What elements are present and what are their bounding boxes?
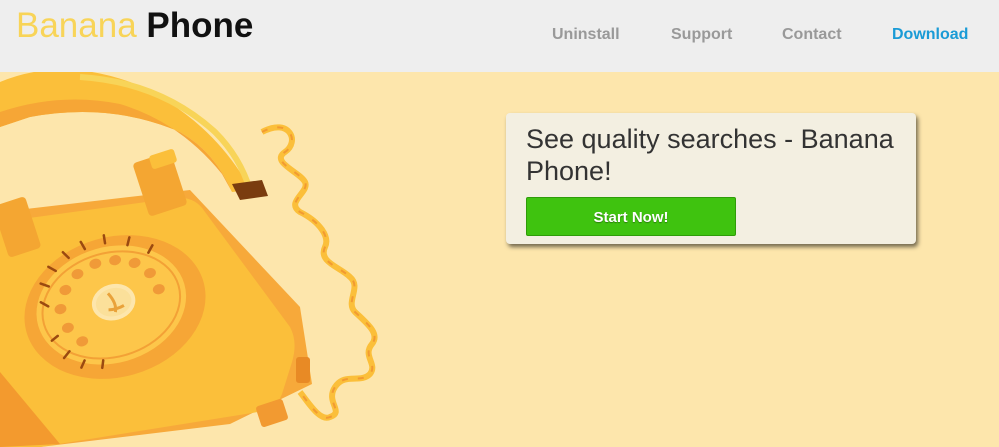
cta-headline: See quality searches - Banana Phone! xyxy=(526,124,894,186)
banana-handset-icon xyxy=(0,72,268,200)
nav-download[interactable]: Download xyxy=(892,24,968,46)
nav-contact[interactable]: Contact xyxy=(782,24,842,46)
hero-banner: See quality searches - Banana Phone! Sta… xyxy=(0,72,999,447)
site-header: Banana Phone Uninstall Support Contact D… xyxy=(0,0,999,72)
cta-panel: See quality searches - Banana Phone! Sta… xyxy=(506,113,916,244)
nav-uninstall[interactable]: Uninstall xyxy=(552,24,620,46)
phone-foot-side xyxy=(296,357,310,383)
nav-support[interactable]: Support xyxy=(671,24,732,46)
banana-phone-illustration xyxy=(0,72,378,447)
main-nav: Uninstall Support Contact Download xyxy=(0,24,999,46)
start-now-button[interactable]: Start Now! xyxy=(526,197,736,236)
